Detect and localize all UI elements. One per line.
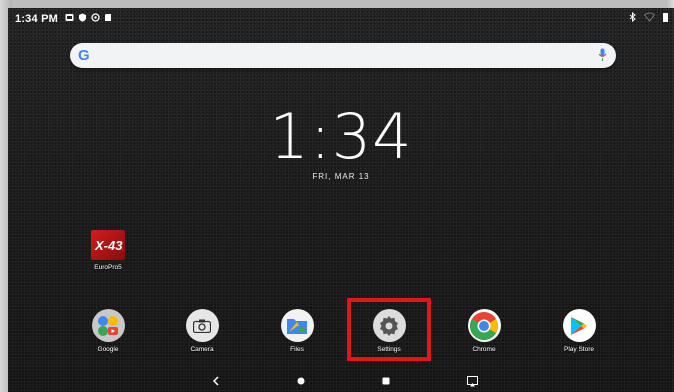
status-time: 1:34 PM (15, 13, 58, 25)
x431-logo-text: X-431 (94, 238, 123, 253)
system-icons (629, 11, 668, 25)
recents-button[interactable] (379, 375, 393, 387)
app-files[interactable]: Files (265, 309, 329, 353)
clock-widget-date[interactable]: FRI, MAR 13 (8, 172, 674, 181)
files-icon (280, 309, 314, 342)
gallery-icon (65, 13, 74, 22)
navigation-bar (8, 370, 674, 392)
app-label-files: Files (290, 346, 304, 353)
bluetooth-icon (629, 11, 636, 25)
x431-logo-icon: X-431 (91, 230, 125, 260)
app-label-chrome: Chrome (472, 346, 496, 353)
back-button[interactable] (209, 375, 223, 387)
app-label-google: Google (97, 346, 119, 353)
app-chrome[interactable]: Chrome (452, 309, 516, 353)
play-store-icon (562, 309, 596, 342)
app-label-europro5: EuroPro5 (94, 264, 122, 271)
app-europro5[interactable]: X-431 EuroPro5 (76, 230, 140, 271)
chrome-icon (467, 309, 501, 342)
app-camera[interactable]: Camera (170, 309, 234, 353)
settings-highlight-box (347, 298, 431, 361)
screenshot-button[interactable] (465, 375, 479, 387)
shield-icon (78, 13, 87, 22)
notification-icons (65, 13, 113, 22)
wifi-icon (643, 12, 656, 25)
google-g-icon: G (78, 47, 90, 64)
google-folder-icon (91, 309, 125, 342)
sync-icon (91, 13, 100, 22)
camera-icon (185, 309, 219, 342)
home-button[interactable] (294, 375, 308, 387)
home-screen: 1:34 PM G 1:34 FRI, MAR 13 X-431 EuroPro… (8, 8, 674, 392)
app-google-folder[interactable]: Google (76, 309, 140, 353)
google-search-bar[interactable]: G (70, 43, 616, 68)
app-label-play-store: Play Store (564, 346, 594, 353)
app-label-camera: Camera (190, 346, 214, 353)
sd-card-icon (104, 13, 113, 22)
status-bar: 1:34 PM (8, 8, 674, 30)
microphone-icon[interactable] (598, 48, 607, 67)
battery-icon (663, 12, 668, 25)
clock-widget-time[interactable]: 1:34 (8, 100, 674, 173)
app-play-store[interactable]: Play Store (547, 309, 611, 353)
